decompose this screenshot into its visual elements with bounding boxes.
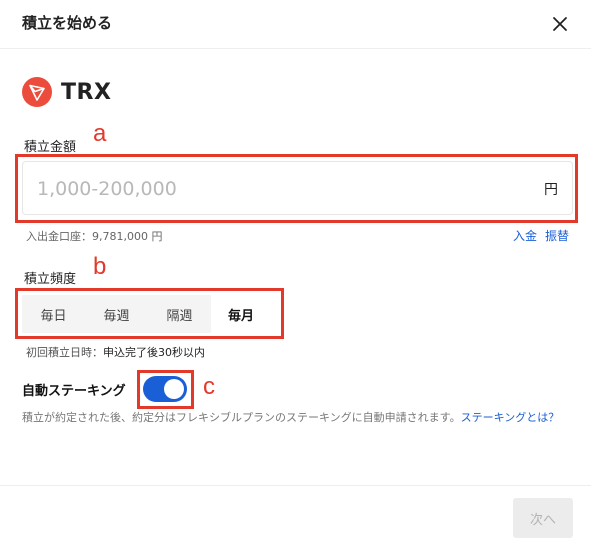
staking-note: 積立が約定された後、約定分はフレキシブルプランのステーキングに自動申請されます。…: [22, 410, 577, 426]
coin-name: TRX: [61, 79, 112, 105]
frequency-option-weekly[interactable]: 毎週: [85, 295, 148, 333]
amount-input[interactable]: [35, 162, 519, 216]
next-button[interactable]: 次へ: [513, 498, 573, 538]
auto-staking-label: 自動ステーキング: [22, 384, 126, 399]
frequency-option-biweekly[interactable]: 隔週: [148, 295, 211, 333]
dialog-footer: 次へ: [0, 485, 591, 548]
tron-logo-icon: [22, 77, 52, 107]
toggle-knob: [164, 379, 184, 399]
frequency-selector: 毎日 毎週 隔週 毎月: [22, 295, 271, 333]
frequency-label: 積立頻度: [24, 272, 77, 287]
transfer-link[interactable]: 振替: [545, 227, 569, 244]
auto-staking-toggle[interactable]: [143, 376, 187, 402]
dialog-title: 積立を始める: [22, 14, 113, 32]
staking-note-text: 積立が約定された後、約定分はフレキシブルプランのステーキングに自動申請されます。: [22, 411, 461, 424]
frequency-option-monthly[interactable]: 毎月: [211, 295, 271, 333]
annotation-c: c: [203, 373, 215, 400]
frequency-option-daily[interactable]: 毎日: [22, 295, 85, 333]
close-icon[interactable]: [548, 12, 572, 36]
currency-unit: 円: [544, 182, 558, 198]
staking-info-link[interactable]: ステーキングとは？: [461, 411, 560, 424]
dialog-header: 積立を始める: [0, 0, 591, 49]
amount-field: 円: [22, 161, 573, 216]
first-date-value: 申込完了後30秒以内: [103, 346, 205, 359]
first-date-label: 初回積立日時：: [26, 346, 103, 359]
deposit-link[interactable]: 入金: [513, 227, 537, 244]
amount-label: 積立金額: [24, 140, 77, 155]
coin-header: TRX: [22, 76, 111, 108]
annotation-a: a: [93, 120, 107, 147]
annotation-b: b: [93, 253, 107, 280]
first-date-info: 初回積立日時：申込完了後30秒以内: [26, 344, 205, 360]
account-balance-info: 入出金口座：9,781,000 円: [26, 230, 163, 243]
